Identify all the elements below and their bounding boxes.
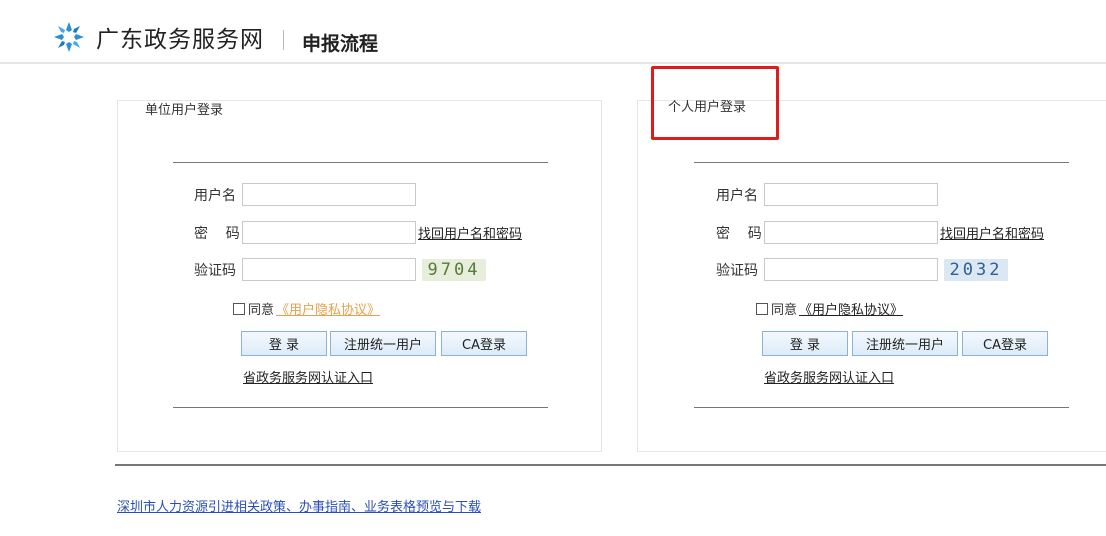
- personal-privacy-link[interactable]: 《用户隐私协议》: [799, 299, 903, 318]
- header-divider: [283, 30, 284, 50]
- unit-agree-checkbox[interactable]: [233, 302, 245, 315]
- personal-cert-entry-link[interactable]: 省政务服务网认证入口: [764, 367, 894, 386]
- unit-cert-entry-link[interactable]: 省政务服务网认证入口: [243, 367, 373, 386]
- page-title: 申报流程: [302, 33, 379, 55]
- username-row: 用户名: [716, 183, 938, 206]
- divider-bottom: [694, 407, 1069, 408]
- agree-label: 同意: [771, 303, 798, 318]
- site-title: 广东政务服务网: [96, 27, 264, 53]
- highlight-box: [651, 66, 779, 140]
- personal-ca-login-button[interactable]: CA登录: [962, 331, 1048, 356]
- password-row: 密 码 找回用户名和密码: [716, 221, 1044, 244]
- personal-login-button[interactable]: 登 录: [762, 331, 848, 356]
- personal-username-input[interactable]: [764, 183, 938, 206]
- divider-top: [694, 162, 1069, 163]
- unit-captcha-image[interactable]: 9704: [422, 258, 486, 281]
- unit-register-button[interactable]: 注册统一用户: [330, 331, 436, 356]
- gd-gov-snowflake-logo-icon: [54, 22, 84, 52]
- logo[interactable]: 广东政务服务网: [52, 20, 264, 54]
- unit-privacy-link[interactable]: 《用户隐私协议》: [276, 299, 380, 318]
- unit-password-input[interactable]: [242, 221, 416, 244]
- agree-row: 同意 《用户隐私协议》: [756, 299, 903, 318]
- personal-register-button[interactable]: 注册统一用户: [852, 331, 958, 356]
- page-header: 广东政务服务网 申报流程: [0, 0, 1106, 64]
- captcha-label: 验证码: [716, 262, 758, 279]
- divider-top: [173, 162, 548, 163]
- unit-username-input[interactable]: [242, 183, 416, 206]
- password-label: 密 码: [716, 225, 762, 242]
- unit-login-panel: 单位用户登录 用户名 密 码 找回用户名和密码 验证码 9704 同意 《用户隐…: [117, 100, 602, 452]
- personal-login-panel: 个人用户登录 用户名 密 码 找回用户名和密码 验证码 2032 同意 《用户隐…: [637, 100, 1106, 452]
- username-label: 用户名: [716, 187, 758, 204]
- footer-policy-link[interactable]: 深圳市人力资源引进相关政策、办事指南、业务表格预览与下载: [117, 496, 481, 515]
- unit-forgot-link[interactable]: 找回用户名和密码: [418, 223, 522, 242]
- password-label: 密 码: [194, 225, 240, 242]
- personal-captcha-image[interactable]: 2032: [944, 258, 1008, 281]
- personal-captcha-input[interactable]: [764, 258, 938, 281]
- personal-forgot-link[interactable]: 找回用户名和密码: [940, 223, 1044, 242]
- captcha-label: 验证码: [194, 262, 236, 279]
- username-row: 用户名: [194, 183, 416, 206]
- personal-password-input[interactable]: [764, 221, 938, 244]
- agree-row: 同意 《用户隐私协议》: [233, 299, 380, 318]
- agree-label: 同意: [248, 303, 275, 318]
- unit-captcha-input[interactable]: [242, 258, 416, 281]
- unit-ca-login-button[interactable]: CA登录: [441, 331, 527, 356]
- captcha-row: 验证码 2032: [716, 258, 1008, 281]
- password-row: 密 码 找回用户名和密码: [194, 221, 522, 244]
- divider-bottom: [173, 407, 548, 408]
- username-label: 用户名: [194, 187, 236, 204]
- captcha-row: 验证码 9704: [194, 258, 486, 281]
- unit-login-title: 单位用户登录: [145, 103, 224, 118]
- personal-agree-checkbox[interactable]: [756, 302, 768, 315]
- footer-divider: [115, 464, 1106, 466]
- unit-login-button[interactable]: 登 录: [241, 331, 327, 356]
